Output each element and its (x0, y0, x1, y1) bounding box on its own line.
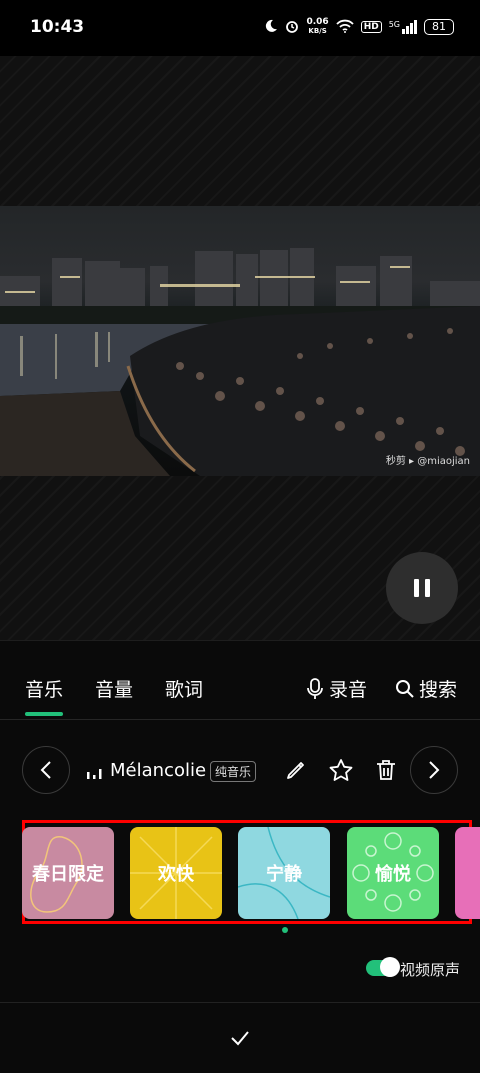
favorite-button[interactable] (328, 758, 354, 786)
chevron-left-icon (40, 761, 51, 779)
mood-card-label: 愉悦 (375, 864, 411, 885)
signal-icon: 5G (389, 20, 417, 34)
checkmark-icon (231, 1031, 249, 1046)
mood-card-partial[interactable] (455, 827, 480, 919)
edit-button[interactable] (284, 758, 308, 786)
search-icon (396, 679, 414, 698)
tab-music[interactable]: 音乐 (25, 675, 63, 702)
wifi-icon (336, 19, 354, 36)
delete-button[interactable] (374, 758, 398, 786)
star-icon (329, 759, 353, 781)
tab-bar: 音乐 音量 歌词 录音 搜索 (0, 640, 480, 720)
network-speed: 0.06 KB/S (306, 18, 328, 36)
track-name: Mélancolie (110, 760, 207, 781)
pencil-icon (287, 762, 304, 779)
search-label: 搜索 (419, 679, 458, 701)
previous-button[interactable] (22, 746, 70, 794)
video-watermark: 秒剪 ▸ @miaojian (385, 456, 470, 467)
original-audio-label: 视频原声 (400, 961, 461, 979)
toggle-knob (380, 957, 400, 977)
mood-card-label: 宁静 (266, 864, 302, 885)
speed-value: 0.06 (306, 17, 329, 27)
confirm-button[interactable] (220, 1018, 260, 1058)
network-type: 5G (388, 20, 400, 29)
record-label: 录音 (329, 679, 368, 701)
chevron-right-icon (429, 761, 440, 779)
pause-button[interactable] (386, 552, 458, 624)
mood-card-joyful[interactable]: 愉悦 (347, 827, 439, 919)
tab-lyrics[interactable]: 歌词 (165, 675, 203, 702)
pause-icon (414, 579, 430, 597)
mood-card-spring[interactable]: 春日限定 (22, 827, 114, 919)
record-button[interactable]: 录音 (305, 675, 367, 702)
status-icons: 0.06 KB/S HD 5G 81 (264, 18, 454, 36)
active-tab-indicator (25, 712, 63, 716)
search-button[interactable]: 搜索 (395, 675, 457, 702)
next-button[interactable] (410, 746, 458, 794)
speed-unit: KB/S (308, 27, 327, 35)
microphone-icon (307, 677, 323, 699)
page-indicator-dot (282, 927, 288, 933)
trash-icon (377, 760, 395, 780)
alarm-icon (285, 19, 299, 36)
mood-card-label: 欢快 (158, 864, 194, 885)
hd-badge: HD (360, 21, 382, 33)
mood-card-calm[interactable]: 宁静 (238, 827, 330, 919)
divider (0, 1002, 480, 1003)
mood-card-happy[interactable]: 欢快 (130, 827, 222, 919)
video-frame[interactable] (0, 206, 480, 476)
tab-volume[interactable]: 音量 (95, 675, 133, 702)
mood-card-label: 春日限定 (32, 864, 104, 885)
status-time: 10:43 (30, 17, 85, 37)
pure-music-badge: 纯音乐 (210, 761, 257, 782)
battery-indicator: 81 (424, 19, 454, 35)
audio-wave-icon (86, 765, 104, 784)
video-scene-image (0, 248, 480, 476)
moon-icon (264, 19, 278, 36)
